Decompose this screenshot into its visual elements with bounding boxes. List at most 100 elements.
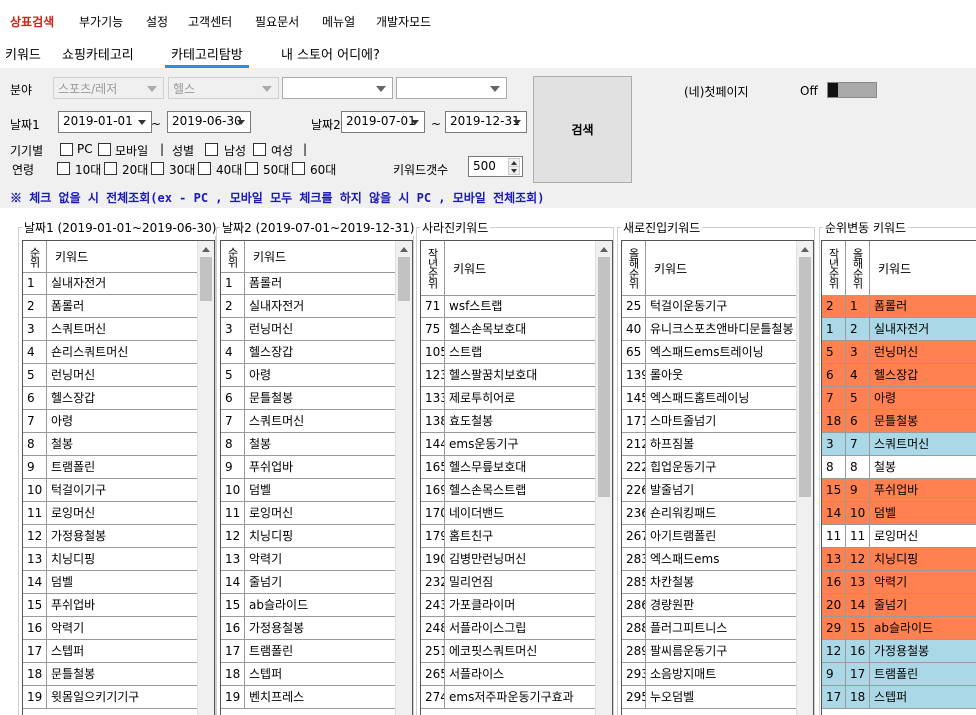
- table-row[interactable]: 4 헬스장갑: [221, 341, 397, 364]
- scrollbar[interactable]: [395, 241, 412, 715]
- scroll-thumb[interactable]: [799, 257, 811, 497]
- tab-shopping-category[interactable]: 쇼핑카테고리: [62, 44, 134, 68]
- table-row[interactable]: 15 푸쉬업바: [23, 594, 199, 617]
- table-row[interactable]: 285차칸철봉: [622, 571, 798, 594]
- table-row[interactable]: 6 4 헬스장갑: [822, 364, 976, 387]
- table-row[interactable]: 3 런닝머신: [221, 318, 397, 341]
- table-row[interactable]: 13 악력기: [221, 548, 397, 571]
- table-row[interactable]: 293소음방지매트: [622, 663, 798, 686]
- table-row[interactable]: 179홈트친구: [421, 525, 597, 548]
- table-row[interactable]: 9 푸쉬업바: [221, 456, 397, 479]
- table-row[interactable]: 265서플라이스: [421, 663, 597, 686]
- table-row[interactable]: 20 14 줄넘기: [822, 594, 976, 617]
- age-30-checkbox[interactable]: [151, 162, 164, 175]
- grid-disappeared[interactable]: 작년순위 키워드 71wsf스트랩75헬스손목보호대105스트랩123헬스팔꿈치…: [420, 240, 613, 715]
- table-row[interactable]: 18 6 문틀철봉: [822, 410, 976, 433]
- scroll-up-icon[interactable]: [600, 247, 608, 252]
- table-row[interactable]: 29 15 ab슬라이드: [822, 617, 976, 640]
- table-row[interactable]: 14 10 덤벨: [822, 502, 976, 525]
- table-row[interactable]: 1 폼롤러: [221, 272, 397, 295]
- menu-settings[interactable]: 설정: [146, 13, 168, 30]
- table-row[interactable]: 165헬스무릎보호대: [421, 456, 597, 479]
- table-row[interactable]: 13 치닝디핑: [23, 548, 199, 571]
- table-row[interactable]: 1 2 실내자전거: [822, 318, 976, 341]
- table-row[interactable]: 267아기트램폴린: [622, 525, 798, 548]
- tab-category-explore[interactable]: 카테고리탐방: [165, 44, 249, 68]
- table-row[interactable]: 11 로잉머신: [23, 502, 199, 525]
- table-row[interactable]: 8 8 철봉: [822, 456, 976, 479]
- scrollbar[interactable]: [796, 241, 813, 715]
- table-row[interactable]: 5 런닝머신: [23, 364, 199, 387]
- table-row[interactable]: 7 5 아령: [822, 387, 976, 410]
- table-row[interactable]: 243가포클라이머: [421, 594, 597, 617]
- table-row[interactable]: 16 가정용철봉: [221, 617, 397, 640]
- table-row[interactable]: 3 7 스쿼트머신: [822, 433, 976, 456]
- menu-manual[interactable]: 메뉴얼: [322, 13, 355, 30]
- table-row[interactable]: 14 덤벨: [23, 571, 199, 594]
- table-row[interactable]: 9 17 트램폴린: [822, 663, 976, 686]
- toggle-knob[interactable]: [828, 83, 838, 97]
- table-row[interactable]: 25 턱걸이운동기구: [622, 295, 798, 318]
- menu-developer-mode[interactable]: 개발자모드: [376, 13, 431, 30]
- tab-my-store[interactable]: 내 스토어 어디에?: [281, 44, 380, 68]
- grid-date2[interactable]: 순위 키워드 1 폼롤러 2 실내자전거 3 런닝머신 4 헬스장갑 5 아령 6 문틀철봉 7 스쿼트머…: [220, 240, 413, 715]
- table-row[interactable]: 4 숀리스쿼트머신: [23, 341, 199, 364]
- grid-rank-change[interactable]: 작년순위 올해순위 키워드 2 1 폼롤러 1 2 실내자전거 5 3 런닝머신 6 4 헬스장갑 7 5…: [821, 240, 976, 715]
- table-row[interactable]: 171스마트줄넘기: [622, 410, 798, 433]
- menu-required-docs[interactable]: 필요문서: [255, 13, 299, 30]
- table-row[interactable]: 5 3 런닝머신: [822, 341, 976, 364]
- date2-to-picker[interactable]: 2019-12-31: [445, 111, 527, 133]
- table-row[interactable]: 17 트램폴린: [221, 640, 397, 663]
- pc-checkbox[interactable]: [60, 143, 73, 156]
- table-row[interactable]: 15 ab슬라이드: [221, 594, 397, 617]
- table-row[interactable]: 14 줄넘기: [221, 571, 397, 594]
- table-row[interactable]: 2 폼롤러: [23, 295, 199, 318]
- table-row[interactable]: 6 헬스장갑: [23, 387, 199, 410]
- table-row[interactable]: 8 철봉: [23, 433, 199, 456]
- age-50-checkbox[interactable]: [245, 162, 258, 175]
- date1-from-picker[interactable]: 2019-01-01: [58, 111, 152, 133]
- table-row[interactable]: 6 문틀철봉: [221, 387, 397, 410]
- table-row[interactable]: 169헬스손목스트랩: [421, 479, 597, 502]
- table-row[interactable]: 7 스쿼트머신: [221, 410, 397, 433]
- table-row[interactable]: 144ems운동기구: [421, 433, 597, 456]
- grid-date1[interactable]: 순위 키워드 1 실내자전거 2 폼롤러 3 스쿼트머신 4 숀리스쿼트머신 5 런닝머신 6 헬스장…: [22, 240, 215, 715]
- table-row[interactable]: 1 실내자전거: [23, 272, 199, 295]
- table-row[interactable]: 75 헬스손목보호대: [421, 318, 597, 341]
- scroll-thumb[interactable]: [200, 257, 212, 301]
- table-row[interactable]: 10 턱걸이기구: [23, 479, 199, 502]
- menu-customer-center[interactable]: 고객센터: [188, 13, 232, 30]
- table-row[interactable]: 139롤아웃: [622, 364, 798, 387]
- table-row[interactable]: 2 1 폼롤러: [822, 295, 976, 318]
- scrollbar[interactable]: [197, 241, 214, 715]
- table-row[interactable]: 226발줄넘기: [622, 479, 798, 502]
- scroll-thumb[interactable]: [398, 257, 410, 301]
- search-button[interactable]: 검색: [533, 76, 632, 183]
- scroll-up-icon[interactable]: [400, 247, 408, 252]
- table-row[interactable]: 251에코핏스쿼트머신: [421, 640, 597, 663]
- table-row[interactable]: 170네이더밴드: [421, 502, 597, 525]
- table-row[interactable]: 222힙업운동기구: [622, 456, 798, 479]
- table-row[interactable]: 11 로잉머신: [221, 502, 397, 525]
- category-select-4[interactable]: [396, 77, 507, 99]
- table-row[interactable]: 289팔씨름운동기구: [622, 640, 798, 663]
- table-row[interactable]: 248서플라이스그립: [421, 617, 597, 640]
- table-row[interactable]: 7 아령: [23, 410, 199, 433]
- table-row[interactable]: 16 악력기: [23, 617, 199, 640]
- table-row[interactable]: 9 트램폴린: [23, 456, 199, 479]
- table-row[interactable]: 65 엑스패드ems트레이닝: [622, 341, 798, 364]
- date2-from-picker[interactable]: 2019-07-01: [341, 111, 425, 133]
- table-row[interactable]: 190김병만런닝머신: [421, 548, 597, 571]
- age-60-checkbox[interactable]: [292, 162, 305, 175]
- category-select-2[interactable]: 헬스: [168, 77, 279, 99]
- table-row[interactable]: 288플러그피트니스: [622, 617, 798, 640]
- table-row[interactable]: 18 문틀철봉: [23, 663, 199, 686]
- table-row[interactable]: 71 wsf스트랩: [421, 295, 597, 318]
- table-row[interactable]: 286경량원판: [622, 594, 798, 617]
- table-row[interactable]: 8 철봉: [221, 433, 397, 456]
- table-row[interactable]: 16 13 악력기: [822, 571, 976, 594]
- table-row[interactable]: 12 가정용철봉: [23, 525, 199, 548]
- table-row[interactable]: 18 스텝퍼: [221, 663, 397, 686]
- grid-new-entry[interactable]: 올해순위 키워드 25 턱걸이운동기구 40 유니크스포츠앤바디문틀철봉 65 엑스패드e…: [621, 240, 814, 715]
- female-checkbox[interactable]: [253, 143, 266, 156]
